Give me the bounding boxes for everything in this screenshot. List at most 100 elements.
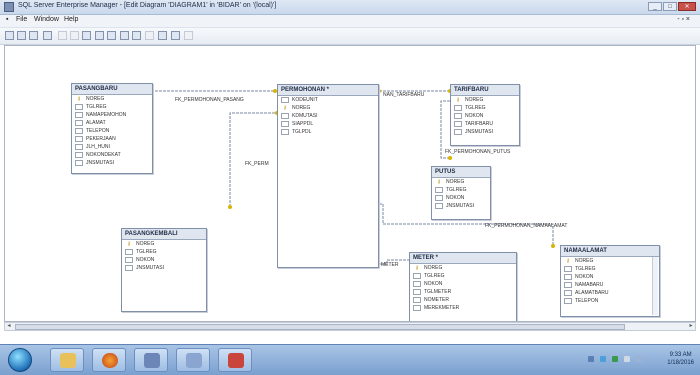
column-selector[interactable]	[413, 297, 421, 303]
column-selector[interactable]	[75, 144, 83, 150]
toolbar	[0, 28, 700, 45]
table-scrollbar[interactable]	[652, 257, 658, 315]
column-name: NOKON	[446, 195, 465, 201]
column-selector[interactable]	[454, 129, 462, 135]
column-selector[interactable]	[75, 160, 83, 166]
column-selector[interactable]	[75, 152, 83, 158]
column-selector[interactable]	[75, 112, 83, 118]
column-selector[interactable]	[413, 281, 421, 287]
relationship-label-putus[interactable]: FK_PERMOHONAN_PUTUS	[445, 149, 510, 155]
column-selector[interactable]	[75, 128, 83, 134]
taskbar-explorer[interactable]	[50, 348, 84, 372]
column-name: NOREG	[292, 105, 311, 111]
taskbar-sql-server[interactable]	[134, 348, 168, 372]
zoom-icon[interactable]	[107, 31, 116, 40]
table-putus[interactable]: PUTUS ⚷ NOREG TGLREG NOKON JNSMUTASI	[431, 166, 491, 220]
arrange-icon[interactable]	[171, 31, 180, 40]
tray-arrow-icon[interactable]	[588, 356, 594, 362]
column-selector[interactable]	[454, 121, 462, 127]
grid-icon[interactable]	[95, 31, 104, 40]
column-selector[interactable]	[413, 305, 421, 311]
key-icon: ⚷	[566, 258, 570, 264]
tray-volume-icon[interactable]	[624, 356, 630, 362]
taskbar-enterprise-manager[interactable]	[218, 348, 252, 372]
relationship-label-tarifbaru[interactable]: NAN_TARIFBARU	[383, 92, 424, 98]
key-icon: ⚷	[415, 265, 419, 271]
relationship-label-permohonan[interactable]: FK_PERM	[245, 161, 269, 167]
scroll-right-icon[interactable]: ▸	[687, 323, 695, 330]
column-selector[interactable]	[454, 113, 462, 119]
relationship-label-pasangbaru[interactable]: FK_PERMOHONAN_PASANG	[175, 97, 244, 103]
column-selector[interactable]	[454, 105, 462, 111]
tray-flag-icon[interactable]	[612, 356, 618, 362]
copy-icon[interactable]	[29, 31, 38, 40]
copy2-icon[interactable]	[70, 31, 79, 40]
diagram-canvas[interactable]: FK_PERMOHONAN_PASANG NAN_TARIFBARU FK_PE…	[4, 45, 696, 322]
layout-icon[interactable]	[158, 31, 167, 40]
column-selector[interactable]	[564, 290, 572, 296]
scroll-thumb[interactable]	[15, 324, 625, 330]
taskbar-firefox[interactable]	[92, 348, 126, 372]
column-selector[interactable]	[75, 120, 83, 126]
new-table-icon[interactable]	[43, 31, 52, 40]
column-selector[interactable]	[435, 187, 443, 193]
save-icon[interactable]	[5, 31, 14, 40]
taskbar-query-analyzer[interactable]	[176, 348, 210, 372]
column-selector[interactable]	[413, 289, 421, 295]
relationship-label-namaalamat[interactable]: FK_PERMOHONAN_NAMAALAMAT	[485, 223, 567, 229]
column-selector[interactable]	[125, 249, 133, 255]
column-selector[interactable]	[435, 203, 443, 209]
enterprise-manager-icon	[228, 353, 244, 368]
table-pasangkembali[interactable]: PASANGKEMBALI ⚷ NOREG TGLREG NOKON JNSMUT…	[121, 228, 207, 312]
menu-file[interactable]: File	[16, 16, 27, 23]
explorer-icon	[60, 353, 76, 368]
table-tarifbaru[interactable]: TARIFBARU ⚷ NOREG TGLREG NOKON TARIFBARU …	[450, 84, 520, 146]
column-name: NOKON	[136, 257, 155, 263]
column-selector[interactable]	[413, 273, 421, 279]
cut-icon[interactable]	[58, 31, 67, 40]
horizontal-scrollbar[interactable]: ◂ ▸	[4, 322, 696, 331]
tray-network-icon[interactable]	[600, 356, 606, 362]
column-selector[interactable]	[125, 257, 133, 263]
mdi-controls[interactable]: - ▫ ×	[677, 16, 690, 23]
table-namaalamat[interactable]: NAMAALAMAT ⚷ NOREG TGLREG NOKON NAMABARU …	[560, 245, 660, 317]
column-selector[interactable]	[564, 266, 572, 272]
column-selector[interactable]	[75, 136, 83, 142]
column-selector[interactable]	[564, 298, 572, 304]
column-selector[interactable]	[281, 121, 289, 127]
column-selector[interactable]	[281, 113, 289, 119]
scroll-left-icon[interactable]: ◂	[5, 323, 13, 330]
relationship-icon[interactable]	[145, 31, 154, 40]
column-selector[interactable]	[281, 129, 289, 135]
relationship-label-meter[interactable]: METER	[381, 262, 399, 268]
column-selector[interactable]	[75, 104, 83, 110]
maximize-button[interactable]: □	[663, 2, 677, 11]
column-selector[interactable]	[435, 195, 443, 201]
start-button[interactable]	[8, 348, 32, 372]
search-icon[interactable]	[184, 31, 193, 40]
column-name: NOREG	[446, 179, 465, 185]
table-permohonan[interactable]: PERMOHONAN * KODEUNIT ⚷ NOREG KDMUTASI SI…	[277, 84, 379, 268]
table-title: PASANGBARU	[72, 84, 152, 95]
key-icon[interactable]	[132, 31, 141, 40]
menu-window[interactable]: Window	[34, 16, 59, 23]
column-selector[interactable]	[564, 282, 572, 288]
column-selector[interactable]	[564, 274, 572, 280]
close-button[interactable]: ✕	[678, 2, 696, 11]
column-selector[interactable]	[281, 97, 289, 103]
column-selector[interactable]	[125, 265, 133, 271]
column-name: NOKON	[465, 113, 484, 119]
menu-help[interactable]: Help	[64, 16, 78, 23]
table-pasangbaru[interactable]: PASANGBARU ⚷ NOREG TGLREG NAMAPEMOHON ALA…	[71, 83, 153, 174]
properties-icon[interactable]	[120, 31, 129, 40]
table-title: NAMAALAMAT	[561, 246, 659, 257]
tray-battery-icon[interactable]	[636, 356, 642, 362]
minimize-button[interactable]: _	[648, 2, 662, 11]
firefox-icon	[102, 353, 118, 368]
table-meter[interactable]: METER * ⚷ NOREG TGLREG NOKON TGLMETER NOM…	[409, 252, 517, 321]
paste-icon[interactable]	[82, 31, 91, 40]
column-name: ALAMAT	[86, 120, 106, 126]
print-icon[interactable]	[17, 31, 26, 40]
table-title: PASANGKEMBALI	[122, 229, 206, 240]
clock[interactable]: 9:33 AM 1/18/2016	[667, 351, 694, 367]
